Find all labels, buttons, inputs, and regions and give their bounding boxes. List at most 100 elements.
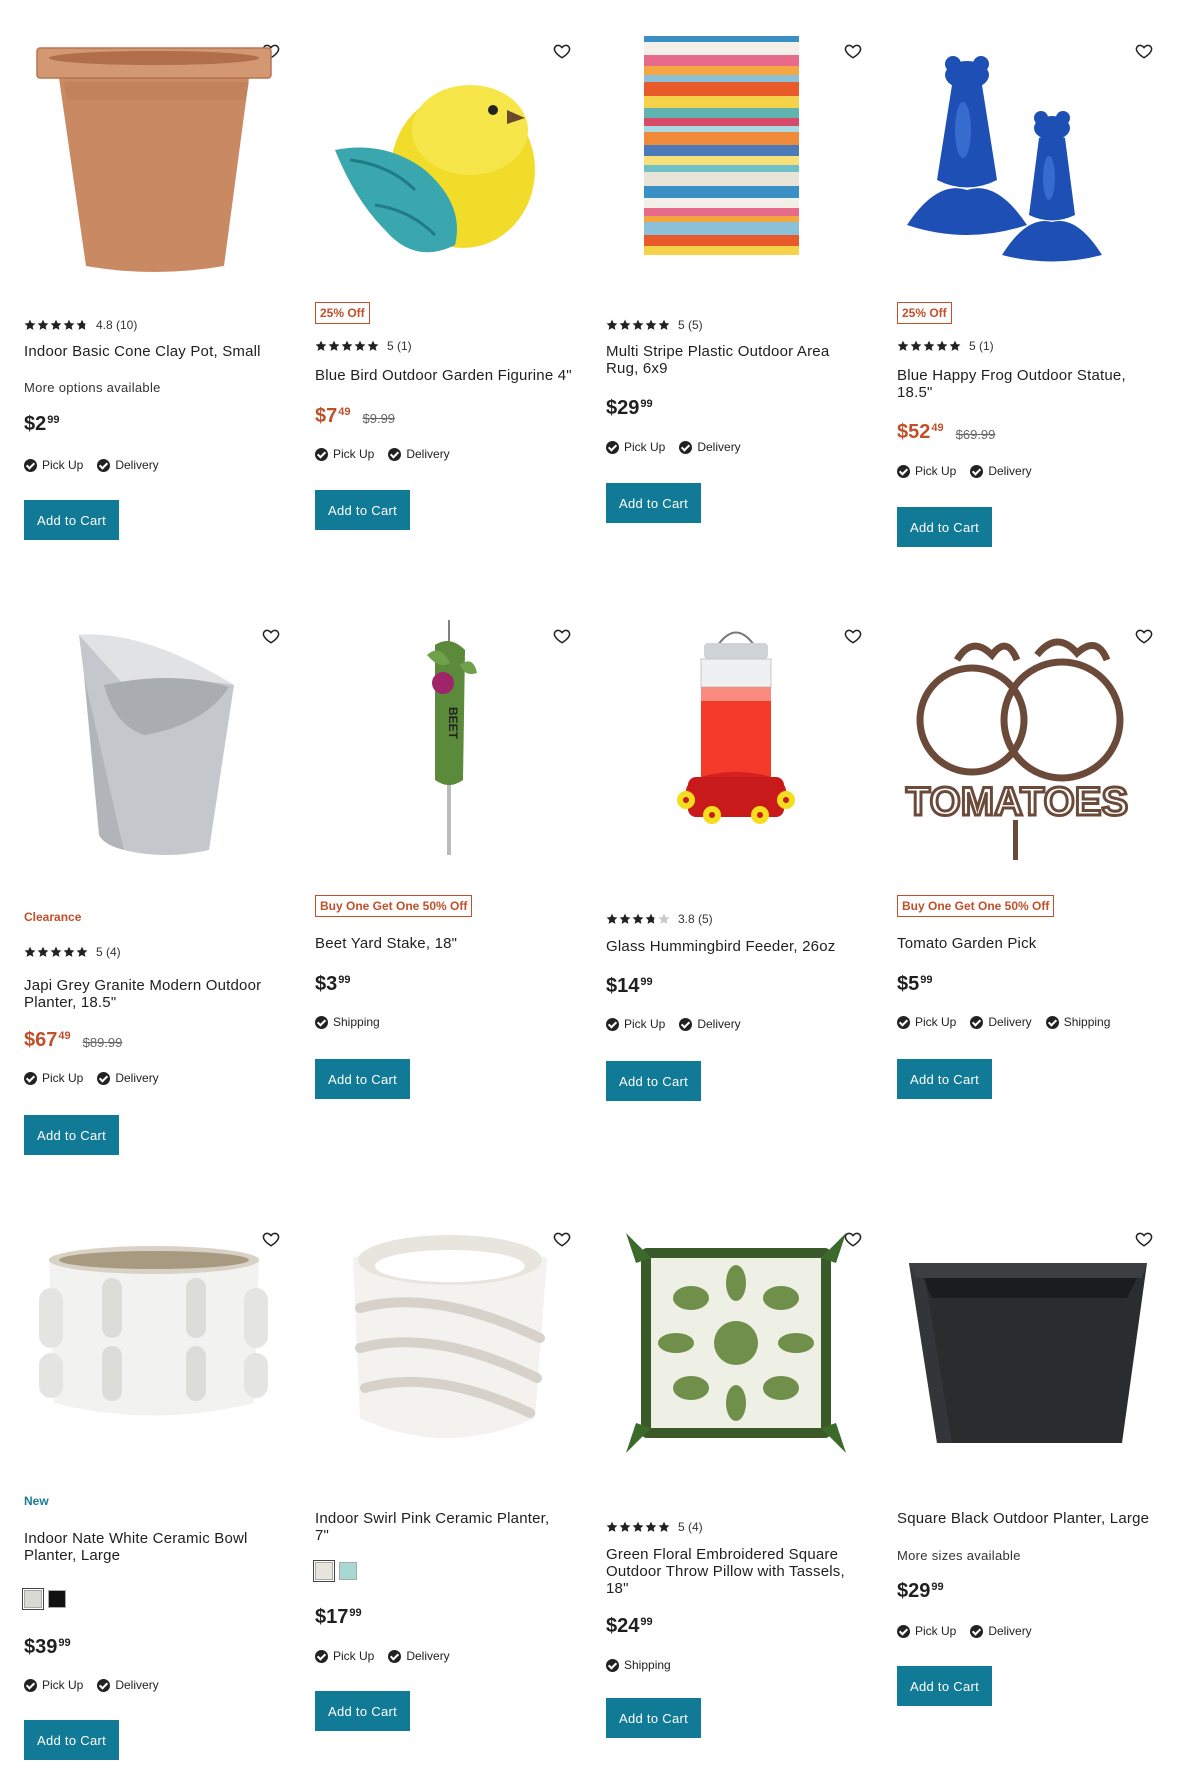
product-card[interactable]: Indoor Swirl Pink Ceramic Planter, 7" $1… <box>313 1218 575 1778</box>
star-rating-icon <box>606 913 671 925</box>
fulfillment-label: Delivery <box>697 1017 741 1031</box>
product-title[interactable]: Beet Yard Stake, 18" <box>315 935 565 952</box>
star-icon <box>632 1521 644 1532</box>
fulfillment-options: Pick Up Delivery <box>606 440 755 454</box>
add-to-cart-button[interactable]: Add to Cart <box>24 500 119 540</box>
fulfillment-label: Shipping <box>624 1658 671 1672</box>
fulfillment-label: Delivery <box>115 458 159 472</box>
fulfillment-label: Pick Up <box>915 464 957 478</box>
product-title[interactable]: Green Floral Embroidered Square Outdoor … <box>606 1546 861 1597</box>
product-image[interactable] <box>897 30 1157 280</box>
rating: 4.8 (10) <box>24 318 137 332</box>
sale-price: $7 49 $9.99 <box>315 405 396 427</box>
check-circle-icon <box>97 1678 111 1692</box>
product-image[interactable] <box>24 615 284 865</box>
check-circle-icon <box>606 1017 619 1031</box>
product-title[interactable]: Square Black Outdoor Planter, Large <box>897 1510 1152 1527</box>
add-to-cart-button[interactable]: Add to Cart <box>24 1720 119 1760</box>
fulfillment-pick-up: Pick Up <box>315 447 374 461</box>
new-label: New <box>24 1494 49 1508</box>
fulfillment-options: Pick Up Delivery <box>24 458 173 472</box>
product-image[interactable] <box>606 1218 866 1468</box>
check-circle-icon <box>897 1624 910 1638</box>
product-card[interactable]: 25% Off 5 (1) Blue Happy Frog Outdoor St… <box>897 30 1157 570</box>
product-card[interactable]: 5 (4) Green Floral Embroidered Square Ou… <box>606 1218 866 1778</box>
product-card[interactable]: Square Black Outdoor Planter, Large More… <box>897 1218 1157 1778</box>
fulfillment-label: Delivery <box>988 1624 1032 1638</box>
product-title[interactable]: Blue Happy Frog Outdoor Statue, 18.5" <box>897 367 1137 401</box>
add-to-cart-button[interactable]: Add to Cart <box>315 490 410 530</box>
check-circle-icon <box>97 1071 111 1085</box>
add-to-cart-button[interactable]: Add to Cart <box>606 1698 701 1738</box>
product-card[interactable]: BEET Buy One Get One 50% Off Beet Yard S… <box>315 615 575 1175</box>
add-to-cart-button[interactable]: Add to Cart <box>24 1115 119 1155</box>
star-icon <box>645 319 657 330</box>
color-swatch[interactable] <box>313 1560 335 1582</box>
product-image[interactable] <box>24 1218 284 1468</box>
check-circle-icon <box>970 464 984 478</box>
fulfillment-pick-up: Pick Up <box>606 1017 665 1031</box>
discount-badge: 25% Off <box>897 302 952 324</box>
fulfillment-label: Pick Up <box>624 440 666 454</box>
product-image[interactable] <box>606 30 866 280</box>
fulfillment-label: Pick Up <box>624 1017 666 1031</box>
product-image[interactable] <box>315 30 575 280</box>
star-icon <box>897 340 909 351</box>
star-icon <box>658 913 670 924</box>
add-to-cart-button[interactable]: Add to Cart <box>897 507 992 547</box>
product-image[interactable] <box>315 1218 575 1468</box>
product-title[interactable]: Glass Hummingbird Feeder, 26oz <box>606 938 856 955</box>
color-swatches <box>22 1588 72 1610</box>
star-icon <box>606 1521 618 1532</box>
check-circle-icon <box>679 440 693 454</box>
add-to-cart-button[interactable]: Add to Cart <box>315 1691 410 1731</box>
fulfillment-pick-up: Pick Up <box>24 458 83 472</box>
fulfillment-options: Shipping <box>315 1015 394 1029</box>
price: $5 99 <box>897 973 933 995</box>
product-title[interactable]: Indoor Basic Cone Clay Pot, Small <box>24 343 284 360</box>
product-card[interactable]: TOMATOES Buy One Get One 50% Off Tomato … <box>897 615 1157 1175</box>
add-to-cart-button[interactable]: Add to Cart <box>897 1666 992 1706</box>
product-title[interactable]: Indoor Swirl Pink Ceramic Planter, 7" <box>315 1510 565 1544</box>
color-swatch[interactable] <box>22 1588 44 1610</box>
add-to-cart-button[interactable]: Add to Cart <box>606 483 701 523</box>
color-swatch[interactable] <box>48 1590 66 1608</box>
product-card[interactable]: 3.8 (5) Glass Hummingbird Feeder, 26oz $… <box>606 615 866 1175</box>
check-circle-icon <box>315 1015 328 1029</box>
product-card[interactable]: 25% Off 5 (1) Blue Bird Outdoor Garden F… <box>315 30 575 570</box>
product-title[interactable]: Multi Stripe Plastic Outdoor Area Rug, 6… <box>606 343 846 377</box>
product-image[interactable]: TOMATOES <box>897 615 1157 865</box>
rating-count: 5 (4) <box>678 1520 703 1534</box>
product-card[interactable]: New Indoor Nate White Ceramic Bowl Plant… <box>22 1218 284 1778</box>
product-image[interactable] <box>897 1218 1157 1468</box>
product-image[interactable]: BEET <box>315 615 575 865</box>
product-title[interactable]: Japi Grey Granite Modern Outdoor Planter… <box>24 977 274 1011</box>
product-title[interactable]: Indoor Nate White Ceramic Bowl Planter, … <box>24 1530 274 1564</box>
rating-count: 5 (1) <box>387 339 412 353</box>
price: $2 99 <box>24 413 60 435</box>
product-image[interactable] <box>606 615 866 865</box>
star-icon <box>328 340 340 351</box>
product-title[interactable]: Tomato Garden Pick <box>897 935 1147 952</box>
clearance-label: Clearance <box>24 910 82 924</box>
add-to-cart-button[interactable]: Add to Cart <box>606 1061 701 1101</box>
product-title[interactable]: Blue Bird Outdoor Garden Figurine 4" <box>315 367 575 384</box>
fulfillment-label: Pick Up <box>42 458 84 472</box>
add-to-cart-button[interactable]: Add to Cart <box>315 1059 410 1099</box>
price: $39 99 <box>24 1636 71 1658</box>
fulfillment-delivery: Delivery <box>679 1017 741 1031</box>
fulfillment-label: Pick Up <box>333 447 375 461</box>
add-to-cart-button[interactable]: Add to Cart <box>897 1059 992 1099</box>
color-swatch[interactable] <box>339 1562 357 1580</box>
fulfillment-label: Pick Up <box>42 1071 84 1085</box>
product-card[interactable]: 4.8 (10) Indoor Basic Cone Clay Pot, Sma… <box>24 30 284 570</box>
product-image[interactable] <box>24 30 284 280</box>
fulfillment-delivery: Delivery <box>970 1015 1032 1029</box>
fulfillment-pick-up: Pick Up <box>897 464 956 478</box>
check-circle-icon <box>897 464 910 478</box>
color-swatches <box>313 1560 363 1582</box>
star-icon <box>936 340 948 351</box>
product-card[interactable]: Clearance 5 (4) Japi Grey Granite Modern… <box>24 615 284 1175</box>
product-card[interactable]: 5 (5) Multi Stripe Plastic Outdoor Area … <box>606 30 866 570</box>
fulfillment-label: Delivery <box>406 1649 450 1663</box>
